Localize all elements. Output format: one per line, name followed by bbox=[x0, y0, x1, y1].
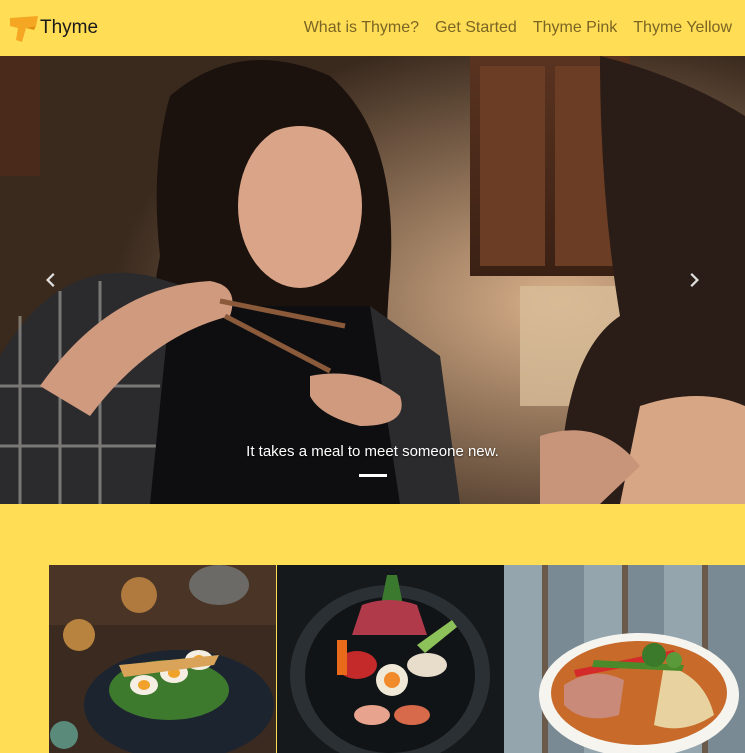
food-photo-eggs-avocado bbox=[49, 565, 276, 753]
carousel-slide-image bbox=[0, 56, 745, 504]
carousel-indicator-active[interactable] bbox=[358, 474, 387, 477]
chevron-left-icon bbox=[46, 273, 55, 287]
nav-link-get-started[interactable]: Get Started bbox=[435, 0, 517, 56]
thyme-leaf-logo-icon bbox=[10, 16, 38, 42]
nav-link-what-is-thyme[interactable]: What is Thyme? bbox=[304, 0, 419, 56]
food-gallery bbox=[49, 565, 745, 753]
food-photo-ramen bbox=[504, 565, 745, 753]
carousel-indicators bbox=[0, 474, 745, 477]
brand-link[interactable]: Thyme bbox=[8, 12, 98, 44]
nav-link-thyme-yellow[interactable]: Thyme Yellow bbox=[633, 0, 732, 56]
top-navbar: Thyme What is Thyme? Get Started Thyme P… bbox=[0, 0, 745, 56]
hero-carousel: It takes a meal to meet someone new. bbox=[0, 56, 745, 504]
gallery-tile-eggs-avocado[interactable] bbox=[49, 565, 276, 753]
food-photo-sashimi bbox=[277, 565, 504, 753]
nav-link-thyme-pink[interactable]: Thyme Pink bbox=[533, 0, 617, 56]
carousel-next-button[interactable] bbox=[645, 56, 745, 504]
carousel-prev-button[interactable] bbox=[0, 56, 100, 504]
chevron-right-icon bbox=[690, 273, 699, 287]
gallery-tile-sashimi[interactable] bbox=[277, 565, 504, 753]
brand-name: Thyme bbox=[40, 17, 99, 38]
nav-links: What is Thyme? Get Started Thyme Pink Th… bbox=[304, 0, 732, 56]
carousel-caption: It takes a meal to meet someone new. bbox=[246, 443, 499, 460]
gallery-tile-ramen[interactable] bbox=[504, 565, 745, 753]
